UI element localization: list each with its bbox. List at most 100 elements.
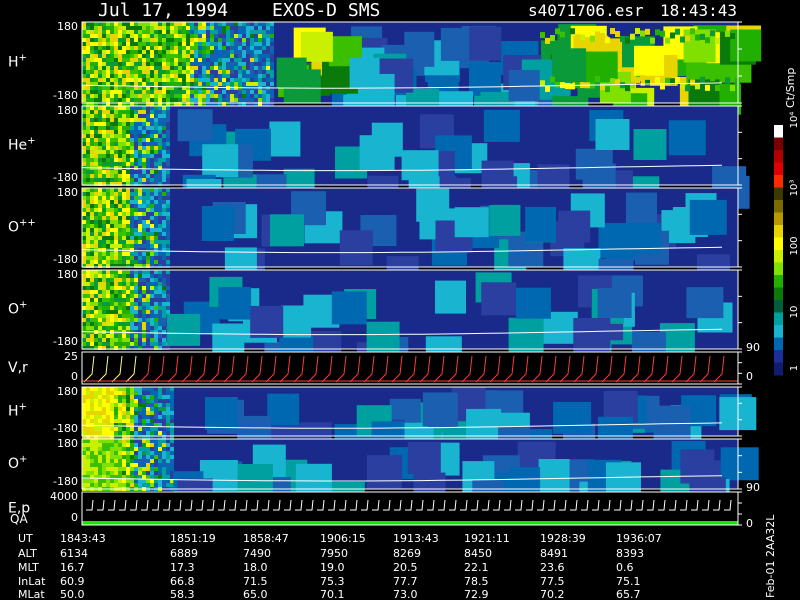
heat-cell <box>553 401 592 434</box>
heat-cell <box>130 38 134 42</box>
heat-cell <box>166 310 170 314</box>
heat-cell <box>134 443 138 447</box>
heat-cell <box>102 423 106 427</box>
heat-cell <box>134 403 138 407</box>
heat-cell <box>102 302 106 306</box>
heat-cell <box>150 220 154 224</box>
heat-cell <box>94 310 98 314</box>
colorbar-tick-label: 1 <box>789 365 800 371</box>
colorbar-swatch <box>774 212 783 226</box>
heat-cell <box>130 228 134 232</box>
heat-cell <box>214 30 218 34</box>
heat-cell <box>90 318 94 322</box>
heat-cell <box>122 399 126 403</box>
heat-cell <box>114 162 118 166</box>
heat-cell <box>86 38 90 42</box>
heat-cell <box>94 146 98 150</box>
heat-cell <box>90 260 94 264</box>
heat-cell <box>725 77 730 84</box>
footer-cell: 1858:47 <box>243 532 289 545</box>
heat-cell <box>238 70 242 74</box>
heat-cell <box>122 126 126 130</box>
heat-cell <box>162 431 166 435</box>
heat-cell <box>250 38 254 42</box>
header: Jul 17, 1994 EXOS-D SMS s4071706.esr 18:… <box>98 0 737 21</box>
right-tick: 0 <box>746 370 753 383</box>
heat-cell <box>162 232 166 236</box>
heat-cell <box>110 236 114 240</box>
heat-cell <box>130 459 134 463</box>
heat-cell <box>106 395 110 399</box>
heat-cell <box>170 387 174 391</box>
heat-cell <box>118 94 122 98</box>
heat-cell <box>126 178 130 182</box>
heat-cell <box>166 54 170 58</box>
heat-cell <box>218 70 222 74</box>
heat-cell <box>600 33 605 40</box>
heat-cell <box>102 34 106 38</box>
heat-cell <box>162 66 166 70</box>
heat-cell <box>262 26 266 30</box>
heat-cell <box>258 90 262 94</box>
heat-cell <box>90 224 94 228</box>
heat-cell <box>246 50 250 54</box>
heat-cell <box>134 314 138 318</box>
heat-cell <box>98 138 102 142</box>
heat-cell <box>158 391 162 395</box>
footer-row-label: InLat <box>18 575 46 588</box>
heat-cell <box>90 411 94 415</box>
heat-cell <box>110 90 114 94</box>
heat-cell <box>82 326 86 330</box>
heat-cell <box>118 270 122 274</box>
heat-cell <box>146 278 150 282</box>
heat-cell <box>86 286 90 290</box>
heat-cell <box>154 439 158 443</box>
heat-cell <box>150 158 154 162</box>
heat-cell <box>218 22 222 26</box>
heat-cell <box>118 278 122 282</box>
heat-cell <box>190 66 194 70</box>
heat-cell <box>86 399 90 403</box>
heat-cell <box>82 270 86 274</box>
y-min-tick: -180 <box>53 89 78 102</box>
heat-cell <box>202 42 206 46</box>
heat-cell <box>86 298 90 302</box>
heat-cell <box>270 62 274 66</box>
heat-cell <box>94 342 98 346</box>
heat-cell <box>130 82 134 86</box>
heat-cell <box>114 298 118 302</box>
heat-cell <box>150 224 154 228</box>
heat-cell <box>118 26 122 30</box>
heat-cell <box>508 70 540 101</box>
heat-cell <box>102 174 106 178</box>
heat-cell <box>82 278 86 282</box>
heat-cell <box>142 260 146 264</box>
heat-cell <box>102 118 106 122</box>
heat-cell <box>98 310 102 314</box>
heat-cell <box>110 146 114 150</box>
heat-cell <box>250 305 284 338</box>
heat-cell <box>262 38 266 42</box>
heat-cell <box>150 294 154 298</box>
heat-cell <box>106 150 110 154</box>
heat-cell <box>435 280 466 314</box>
heat-cell <box>262 98 266 102</box>
heat-cell <box>94 294 98 298</box>
heat-cell <box>218 74 222 78</box>
heat-cell <box>138 282 142 286</box>
heat-cell <box>90 204 94 208</box>
heat-cell <box>198 58 202 62</box>
heat-cell <box>560 31 565 38</box>
heat-cell <box>102 178 106 182</box>
colorbar-swatch <box>774 137 783 151</box>
heat-cell <box>489 204 521 236</box>
heat-cell <box>230 30 234 34</box>
footer-cell: 73.0 <box>393 588 418 600</box>
heat-cell <box>122 459 126 463</box>
heat-cell <box>102 66 106 70</box>
heat-cell <box>134 58 138 62</box>
heat-cell <box>122 42 126 46</box>
heat-cell <box>154 463 158 467</box>
heat-cell <box>118 447 122 451</box>
heat-cell <box>118 78 122 82</box>
